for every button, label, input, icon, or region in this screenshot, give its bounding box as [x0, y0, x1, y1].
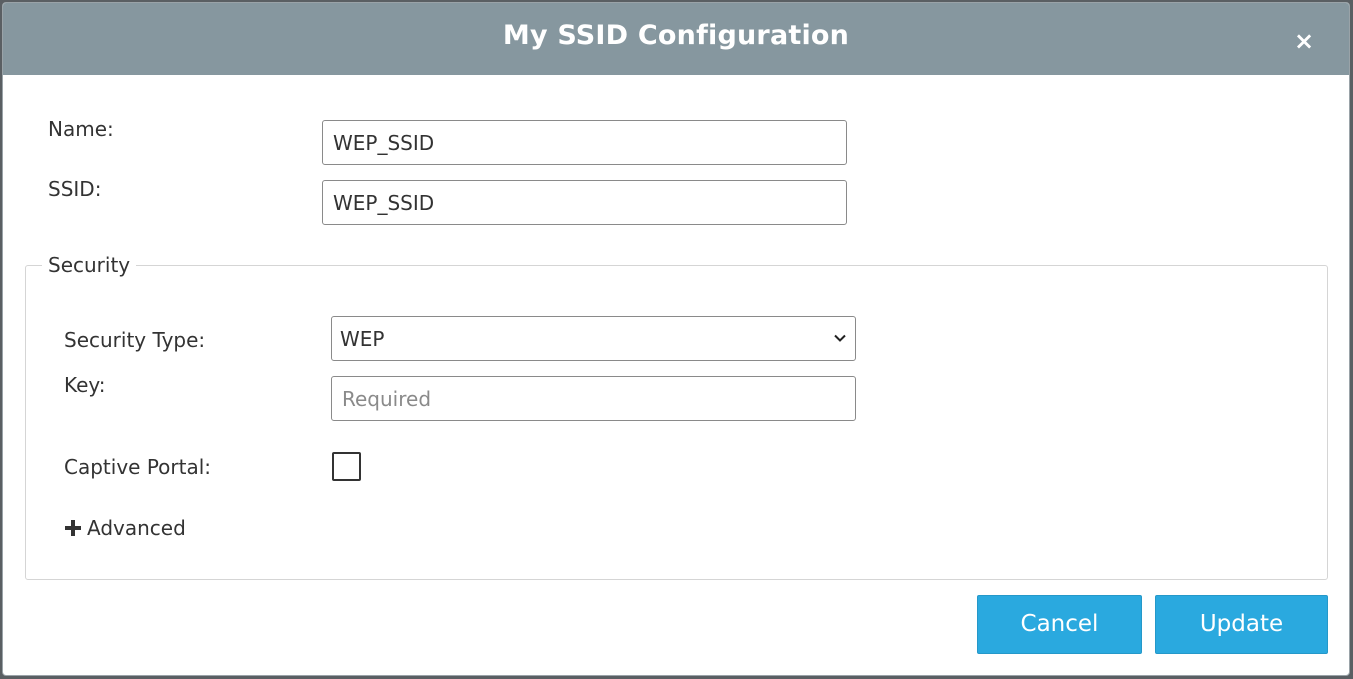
security-type-select[interactable]: WEP [331, 316, 856, 361]
dialog-header: My SSID Configuration × [3, 3, 1349, 75]
security-type-label: Security Type: [64, 328, 206, 352]
ssid-label: SSID: [48, 177, 102, 201]
plus-icon [65, 520, 81, 536]
chevron-down-icon [834, 334, 846, 342]
ssid-input[interactable] [322, 180, 847, 225]
captive-portal-checkbox[interactable] [332, 452, 361, 481]
cancel-button[interactable]: Cancel [977, 595, 1142, 654]
captive-portal-label: Captive Portal: [64, 455, 212, 479]
dialog-title: My SSID Configuration [502, 20, 850, 51]
close-button[interactable]: × [1292, 29, 1316, 53]
close-icon: × [1293, 27, 1315, 55]
key-label: Key: [64, 373, 106, 397]
update-button[interactable]: Update [1155, 595, 1328, 654]
ssid-config-dialog: My SSID Configuration × Name: SSID: Secu… [2, 2, 1350, 676]
name-input[interactable] [322, 120, 847, 165]
name-label: Name: [48, 117, 114, 141]
advanced-label: Advanced [87, 516, 186, 540]
security-legend: Security [48, 253, 131, 277]
key-input[interactable] [331, 376, 856, 421]
security-type-value: WEP [340, 327, 385, 351]
advanced-toggle[interactable]: Advanced [65, 516, 186, 540]
